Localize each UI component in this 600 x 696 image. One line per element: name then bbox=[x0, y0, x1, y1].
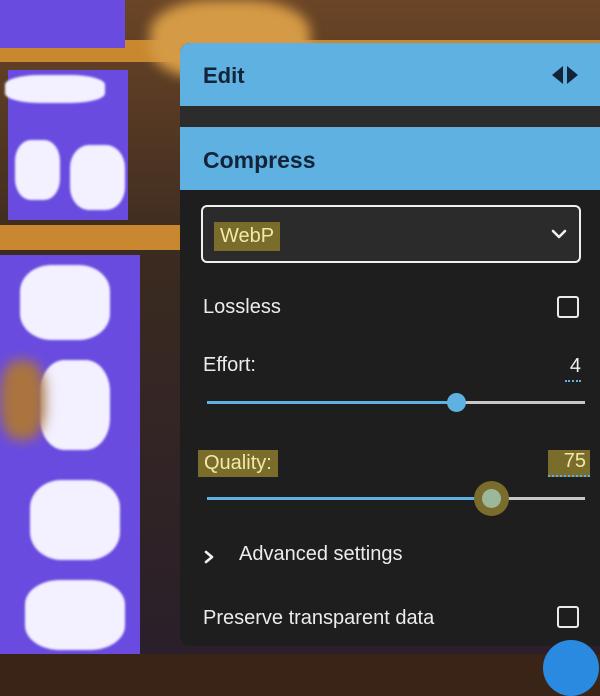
effort-slider[interactable] bbox=[207, 393, 585, 412]
format-selected-value: WebP bbox=[214, 222, 281, 251]
edit-header[interactable]: Edit bbox=[180, 43, 600, 106]
edit-title: Edit bbox=[203, 63, 245, 88]
compress-header: Compress bbox=[180, 127, 600, 190]
effort-slider-thumb[interactable] bbox=[447, 393, 467, 412]
compress-title: Compress bbox=[203, 147, 316, 173]
effort-slider-fill bbox=[207, 401, 457, 404]
format-select[interactable]: WebP bbox=[201, 205, 581, 263]
effort-value-input[interactable]: 4 bbox=[565, 355, 581, 382]
quality-value-input[interactable]: 75 bbox=[548, 450, 590, 477]
quality-label: Quality: bbox=[198, 450, 278, 477]
lossless-checkbox[interactable] bbox=[557, 296, 579, 318]
quality-slider-thumb[interactable] bbox=[481, 489, 501, 508]
left-right-arrows-icon[interactable] bbox=[550, 65, 580, 85]
quality-slider-fill bbox=[207, 497, 491, 500]
quality-slider[interactable] bbox=[207, 489, 585, 508]
preserve-transparent-label: Preserve transparent data bbox=[203, 607, 435, 629]
chevron-down-icon bbox=[551, 227, 567, 241]
download-button[interactable] bbox=[543, 640, 599, 696]
lossless-label: Lossless bbox=[203, 296, 281, 318]
chevron-right-icon bbox=[203, 547, 215, 564]
section-divider bbox=[180, 106, 600, 127]
options-panel: Edit Compress WebP Lossless Effort: 4 Qu… bbox=[180, 43, 600, 646]
advanced-settings-label: Advanced settings bbox=[239, 543, 403, 565]
effort-label: Effort: bbox=[203, 354, 256, 376]
preserve-transparent-checkbox[interactable] bbox=[557, 606, 579, 628]
